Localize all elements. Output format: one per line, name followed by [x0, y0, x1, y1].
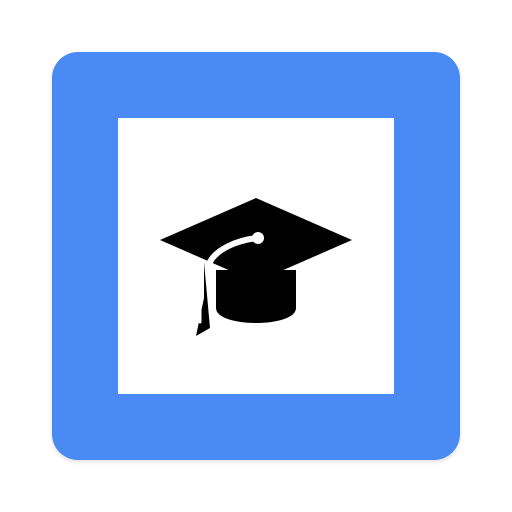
app-icon[interactable] — [52, 52, 460, 460]
icon-canvas — [0, 0, 512, 512]
app-icon-inner-panel — [118, 118, 394, 394]
graduation-cap-icon — [146, 158, 366, 378]
